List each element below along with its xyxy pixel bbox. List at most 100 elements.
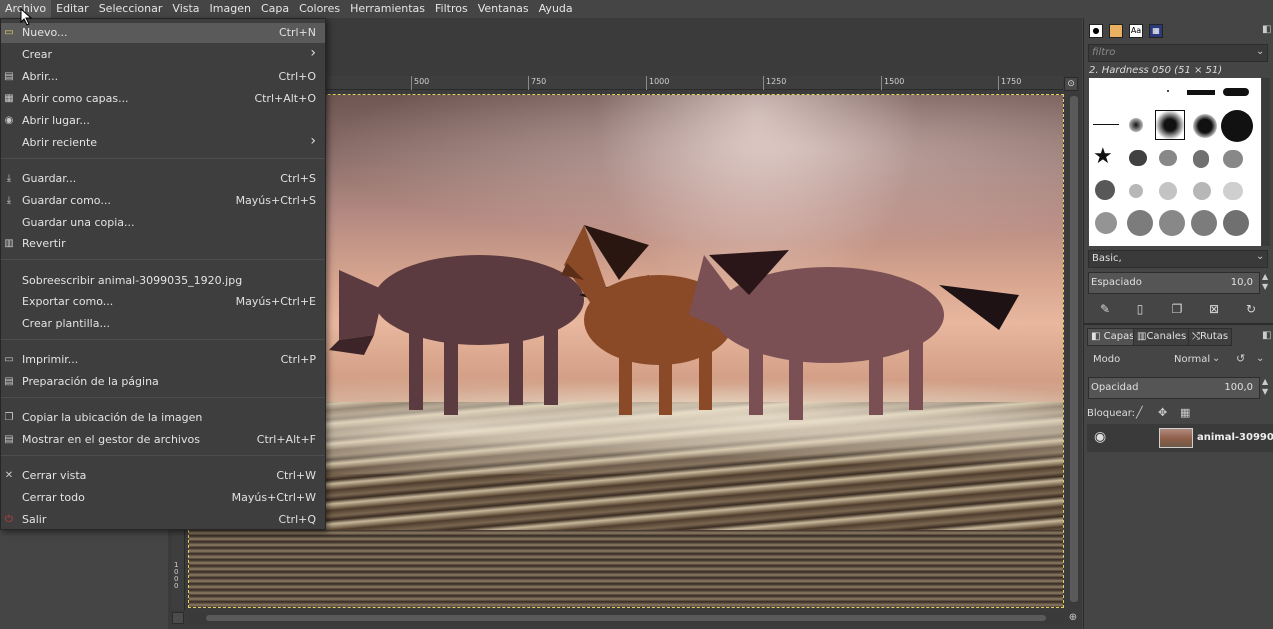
menu-item-guardar-copia[interactable]: Guardar una copia... (1, 213, 325, 233)
chevron-down-icon[interactable]: ⌄ (1256, 251, 1264, 262)
paths-icon: ⤭ (1192, 331, 1200, 342)
menu-item-guardar[interactable]: ⤓ Guardar... Ctrl+S (1, 169, 325, 189)
quit-icon: ⏻ (5, 514, 13, 525)
brush-grid-scrollbar[interactable] (1262, 78, 1270, 246)
menu-item-abrir[interactable]: ▤ Abrir... Ctrl+O (1, 67, 325, 87)
layer-thumbnail (1159, 428, 1193, 448)
layer-row[interactable]: ◉ animal-30990 (1087, 424, 1273, 452)
horizontal-scrollbar[interactable] (188, 612, 1064, 624)
lock-alpha-icon[interactable]: ▦ (1180, 406, 1190, 419)
menu-separator (1, 455, 325, 456)
star-brush-icon: ★ (1093, 144, 1113, 169)
menu-imagen[interactable]: Imagen (205, 0, 256, 18)
menu-item-nuevo[interactable]: ▭ Nuevo... Ctrl+N (1, 23, 325, 43)
file-manager-icon: ▤ (4, 434, 14, 445)
submenu-arrow-icon: › (310, 133, 316, 149)
menu-ventanas[interactable]: Ventanas (473, 0, 534, 18)
menu-item-revertir[interactable]: ▥ Revertir (1, 234, 325, 254)
menu-item-salir[interactable]: ⏻ Salir Ctrl+Q (1, 510, 325, 530)
menu-item-abrir-como-capas[interactable]: ▦ Abrir como capas... Ctrl+Alt+O (1, 89, 325, 109)
chevron-down-icon[interactable]: ⌄ (1256, 46, 1264, 57)
lock-position-icon[interactable]: ✥ (1158, 406, 1167, 419)
ruler-tick: 1500 (881, 76, 904, 90)
image-waves (189, 530, 1063, 607)
document-history-tab-icon[interactable]: ▦ (1149, 24, 1163, 38)
reset-mode-icon[interactable]: ↺ (1236, 352, 1245, 365)
chevron-down-icon[interactable]: ⌄ (1256, 353, 1264, 364)
menu-item-preparacion-pagina[interactable]: ▤ Preparación de la página (1, 372, 325, 392)
visibility-eye-icon[interactable]: ◉ (1094, 429, 1106, 445)
brushes-tab-icon[interactable]: ● (1089, 24, 1103, 38)
fonts-tab-icon[interactable]: Aa (1129, 24, 1143, 38)
menu-vista[interactable]: Vista (167, 0, 204, 18)
dock-menu-icon[interactable]: ◧ (1262, 330, 1271, 341)
menu-item-guardar-como[interactable]: ⤓ Guardar como... Mayús+Ctrl+S (1, 191, 325, 211)
menu-item-mostrar-gestor[interactable]: ▤ Mostrar en el gestor de archivos Ctrl+… (1, 430, 325, 450)
edit-brush-icon[interactable]: ✎ (1096, 300, 1114, 318)
new-file-icon: ▭ (4, 27, 14, 38)
tab-canales[interactable]: ▥Canales (1133, 328, 1191, 346)
opacity-spinner[interactable]: Opacidad 100,0 (1088, 377, 1260, 399)
spacing-spinner[interactable]: Espaciado 10,0 (1088, 272, 1260, 294)
menu-item-copiar-ubicacion[interactable]: ❐ Copiar la ubicación de la imagen (1, 408, 325, 428)
menu-item-exportar-como[interactable]: Exportar como... Mayús+Ctrl+E (1, 292, 325, 312)
menu-item-crear[interactable]: Crear › (1, 45, 325, 65)
dock-menu-icon[interactable]: ◧ (1262, 24, 1271, 35)
new-brush-icon[interactable]: ▯ (1131, 300, 1149, 318)
menu-item-cerrar-vista[interactable]: ✕ Cerrar vista Ctrl+W (1, 466, 325, 486)
page-setup-icon: ▤ (4, 376, 14, 387)
opacity-value: 100,0 (1224, 382, 1253, 393)
ruler-label: 1000 (174, 561, 179, 590)
mode-select[interactable]: Normal (1174, 354, 1210, 365)
menu-capa[interactable]: Capa (256, 0, 294, 18)
layer-name: animal-30990 (1197, 432, 1273, 443)
vertical-scrollbar[interactable] (1068, 94, 1080, 608)
ruler-tick: 1250 (763, 76, 786, 90)
menu-filtros[interactable]: Filtros (430, 0, 473, 18)
lock-label: Bloquear: (1087, 408, 1136, 419)
menu-ayuda[interactable]: Ayuda (534, 0, 578, 18)
navigate-icon[interactable]: ⊙ (1064, 77, 1078, 91)
lock-pixels-icon[interactable]: ╱ (1136, 406, 1143, 419)
menu-item-crear-plantilla[interactable]: Crear plantilla... (1, 314, 325, 334)
revert-icon: ▥ (4, 238, 14, 249)
open-location-icon: ◉ (4, 115, 14, 126)
layers-icon: ◧ (1091, 331, 1101, 342)
dock-divider (1084, 323, 1273, 325)
open-as-layers-icon: ▦ (4, 93, 14, 104)
save-as-icon: ⤓ (6, 195, 12, 206)
brush-grid[interactable]: ★ (1089, 78, 1261, 246)
menu-separator (1, 397, 325, 398)
tab-capas[interactable]: ◧ Capas (1087, 328, 1139, 346)
patterns-tab-icon[interactable] (1109, 24, 1123, 38)
menu-item-abrir-reciente[interactable]: Abrir reciente › (1, 133, 325, 153)
duplicate-brush-icon[interactable]: ❐ (1168, 300, 1186, 318)
delete-brush-icon[interactable]: ⊠ (1205, 300, 1223, 318)
copy-location-icon: ❐ (4, 412, 14, 423)
spinner-arrows-icon[interactable]: ▲ ▼ (1262, 377, 1268, 397)
quick-mask-toggle[interactable] (172, 612, 184, 624)
chevron-down-icon[interactable]: ⌄ (1212, 353, 1220, 364)
spinner-arrows-icon[interactable]: ▲ ▼ (1262, 272, 1268, 292)
menu-seleccionar[interactable]: Seleccionar (94, 0, 168, 18)
menu-item-sobreescribir[interactable]: Sobreescribir animal-3099035_1920.jpg (1, 271, 325, 291)
file-menu-dropdown: ▭ Nuevo... Ctrl+N Crear › ▤ Abrir... Ctr… (0, 18, 326, 530)
refresh-brushes-icon[interactable]: ↻ (1242, 300, 1260, 318)
zoom-fit-icon[interactable]: ⊕ (1066, 612, 1080, 626)
menu-item-abrir-lugar[interactable]: ◉ Abrir lugar... (1, 111, 325, 131)
ruler-tick: 1750 (998, 76, 1021, 90)
menu-item-imprimir[interactable]: ▭ Imprimir... Ctrl+P (1, 350, 325, 370)
menu-item-cerrar-todo[interactable]: Cerrar todo Mayús+Ctrl+W (1, 488, 325, 508)
open-icon: ▤ (4, 71, 14, 82)
selected-brush-name: 2. Hardness 050 (51 × 51) (1089, 65, 1223, 76)
brush-preset-select[interactable]: Basic, (1088, 250, 1268, 268)
menu-colores[interactable]: Colores (294, 0, 345, 18)
menu-herramientas[interactable]: Herramientas (345, 0, 430, 18)
opacity-label: Opacidad (1091, 382, 1139, 393)
mode-label: Modo (1093, 354, 1121, 365)
right-dock: ● Aa ▦ ◧ filtro ⌄ 2. Hardness 050 (51 × … (1083, 18, 1273, 629)
brush-filter-input[interactable]: filtro (1088, 44, 1268, 62)
save-icon: ⤓ (6, 173, 12, 184)
tab-rutas[interactable]: ⤭Rutas (1188, 328, 1233, 346)
menu-editar[interactable]: Editar (51, 0, 94, 18)
